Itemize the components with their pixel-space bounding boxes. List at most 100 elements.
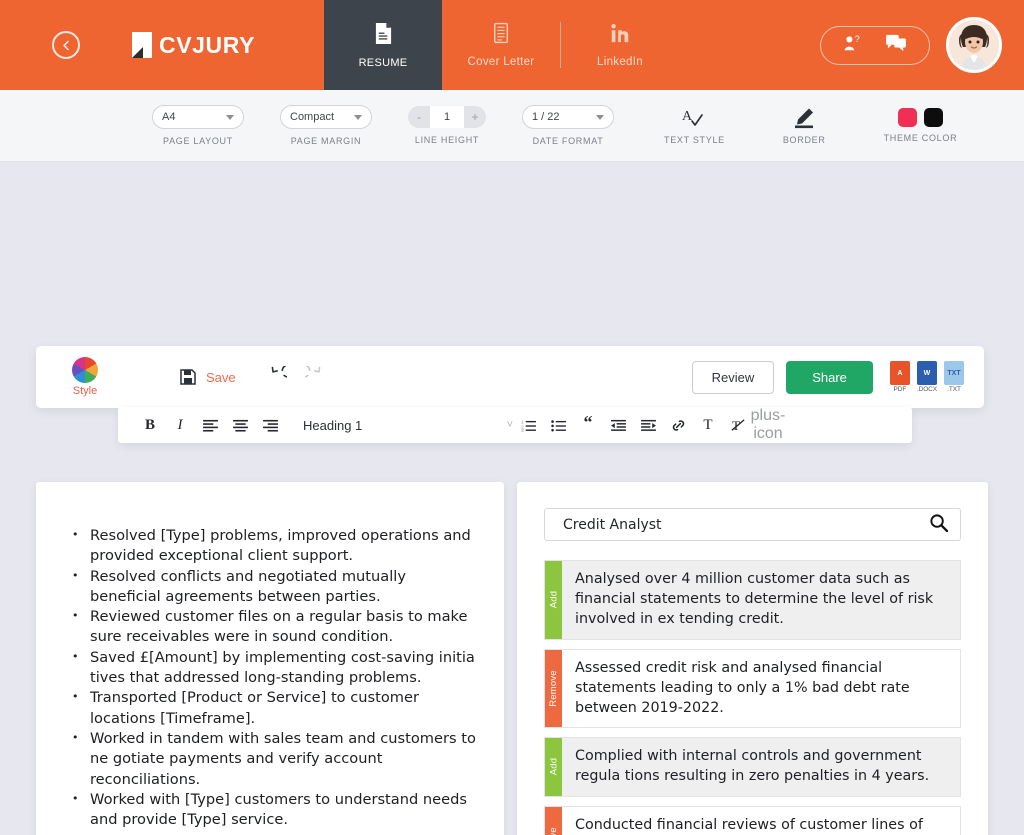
export-txt-button[interactable]: TXT .TXT [944, 361, 964, 393]
list-item[interactable]: Reviewed customer files on a regular bas… [68, 606, 476, 648]
align-left-icon [202, 419, 218, 432]
redo-button[interactable] [296, 364, 322, 388]
bullet-list-button[interactable] [543, 419, 573, 432]
suggestion-text: Complied with internal controls and gove… [575, 748, 930, 785]
indent-button[interactable] [633, 419, 663, 432]
line-height-increase-button[interactable]: + [464, 106, 486, 128]
heading-value: Heading 1 [303, 417, 363, 433]
nav-right-group: ? [820, 0, 1024, 90]
add-action-tab[interactable]: Add [545, 738, 562, 796]
search-input[interactable]: Credit Analyst [563, 517, 662, 533]
theme-swatch-secondary[interactable] [923, 108, 943, 127]
export-pdf-label: PDF [893, 386, 907, 393]
text-style-control[interactable]: A TEXT STYLE [664, 107, 725, 145]
suggestion-card[interactable]: Remove Conducted financial reviews of cu… [544, 805, 961, 835]
align-left-button[interactable] [195, 419, 225, 432]
line-height-control[interactable]: - 1 + LINE HEIGHT [408, 106, 486, 145]
linkedin-icon [609, 22, 631, 49]
resume-document-icon [374, 22, 393, 50]
list-item[interactable]: Saved £[Amount] by implementing cost-sav… [68, 647, 476, 689]
floppy-save-icon [180, 369, 196, 385]
tab-resume[interactable]: RESUME [324, 0, 442, 90]
line-height-decrease-button[interactable]: - [408, 106, 430, 128]
undo-button[interactable] [270, 364, 295, 388]
chevron-down-icon [226, 114, 234, 120]
list-item[interactable]: Worked in tandem with sales team and cus… [68, 728, 476, 790]
back-button[interactable] [52, 31, 80, 59]
search-icon[interactable] [929, 513, 949, 537]
page-margin-control[interactable]: Compact PAGE MARGIN [280, 105, 372, 146]
theme-color-label: THEME COLOR [883, 133, 958, 143]
link-icon [672, 419, 684, 431]
list-item[interactable]: Transported [Product or Service] to cust… [68, 687, 476, 729]
date-format-select[interactable]: 1 / 22 [522, 105, 614, 129]
theme-color-swatches [897, 108, 943, 127]
tab-cover-letter-label: Cover Letter [467, 56, 535, 68]
export-pdf-button[interactable]: A PDF [889, 361, 910, 393]
page-layout-select[interactable]: A4 [152, 105, 244, 129]
tab-linkedin[interactable]: LinkedIn [561, 0, 679, 90]
add-more-button[interactable]: plus-icon [751, 407, 786, 443]
nav-tabs: RESUME Cover Letter LinkedIn [324, 0, 679, 90]
svg-text:T: T [731, 418, 739, 433]
svg-text:3: 3 [521, 428, 524, 432]
align-right-button[interactable] [255, 419, 285, 432]
border-control[interactable]: BORDER [783, 107, 826, 145]
outdent-button[interactable] [603, 419, 633, 432]
tab-resume-label: RESUME [358, 56, 408, 69]
list-item[interactable]: Resolved [Type] problems, improved opera… [68, 525, 476, 567]
logo-text: CVJURY [159, 31, 256, 58]
tab-cover-letter[interactable]: Cover Letter [442, 0, 560, 90]
line-height-value[interactable]: 1 [430, 106, 464, 128]
theme-swatch-primary[interactable] [897, 108, 917, 127]
review-button[interactable]: Review [691, 360, 775, 394]
resume-bullet-list: Resolved [Type] problems, improved opera… [68, 525, 476, 831]
export-buttons-group: A PDF W .DOCX TXT .TXT [889, 361, 964, 393]
ordered-list-button[interactable]: 1 2 3 [513, 419, 543, 432]
link-button[interactable] [663, 418, 693, 433]
suggestion-cards-list: Add Analysed over 4 million customer dat… [544, 560, 961, 835]
italic-button[interactable]: I [165, 417, 195, 434]
app-logo[interactable]: CVJURY [132, 32, 255, 59]
align-center-button[interactable] [225, 419, 255, 432]
suggestion-card[interactable]: Add Complied with internal controls and … [544, 737, 961, 797]
avatar[interactable] [946, 17, 1002, 73]
chevron-down-icon [354, 114, 362, 120]
heading-select[interactable]: Heading 1 ˅ [303, 418, 513, 433]
remove-action-tab[interactable]: Remove [545, 649, 562, 728]
bold-button[interactable]: B [135, 417, 165, 434]
add-action-tab[interactable]: Add [545, 561, 562, 639]
remove-action-label: Remove [548, 670, 560, 707]
list-item[interactable]: Worked with [Type] customers to understa… [68, 789, 476, 831]
person-question-icon[interactable]: ? [843, 34, 863, 57]
clear-formatting-icon: T [731, 418, 745, 433]
resume-document-panel[interactable]: Resolved [Type] problems, improved opera… [36, 482, 504, 835]
page-layout-control[interactable]: A4 PAGE LAYOUT [152, 105, 244, 146]
chat-bubble-icon[interactable] [885, 34, 907, 57]
style-button[interactable]: Style [56, 357, 114, 397]
svg-text:A: A [682, 109, 693, 124]
list-item[interactable]: Resolved conflicts and negotiated mutual… [68, 566, 476, 608]
add-action-label: Add [548, 591, 560, 609]
line-height-stepper[interactable]: - 1 + [408, 106, 486, 128]
clear-formatting-button[interactable]: T [723, 418, 753, 433]
outdent-icon [610, 419, 626, 431]
save-button[interactable]: Save [180, 369, 236, 385]
align-center-icon [232, 419, 248, 432]
suggestion-card[interactable]: Remove Assessed credit risk and analysed… [544, 648, 961, 729]
date-format-control[interactable]: 1 / 22 DATE FORMAT [522, 105, 614, 146]
page-margin-label: PAGE MARGIN [290, 136, 362, 146]
suggestion-card[interactable]: Add Analysed over 4 million customer dat… [544, 560, 961, 640]
export-docx-button[interactable]: W .DOCX [917, 361, 937, 393]
page-margin-select[interactable]: Compact [280, 105, 372, 129]
job-title-search[interactable]: Credit Analyst [544, 508, 961, 541]
text-color-button[interactable]: T [693, 417, 723, 434]
share-button[interactable]: Share [786, 360, 873, 394]
blockquote-button[interactable]: “ [573, 412, 603, 438]
undo-icon [271, 364, 295, 378]
help-chat-pill[interactable]: ? [820, 25, 930, 65]
document-options-bar: A4 PAGE LAYOUT Compact PAGE MARGIN - 1 +… [0, 90, 1024, 162]
remove-action-tab[interactable]: Remove [545, 806, 562, 835]
theme-color-control[interactable]: THEME COLOR [884, 108, 958, 143]
redo-icon [296, 364, 320, 378]
